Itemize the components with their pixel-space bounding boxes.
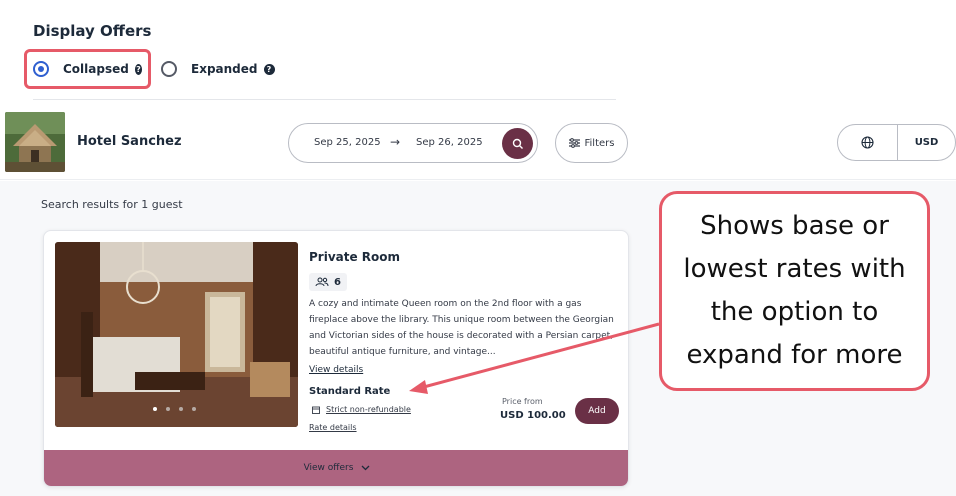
help-icon[interactable]: ? [134, 63, 142, 75]
globe-icon [861, 136, 874, 149]
help-icon[interactable]: ? [263, 63, 275, 75]
check-in-date[interactable]: Sep 25, 2025 [314, 137, 381, 148]
price-value: USD 100.00 [500, 410, 566, 421]
room-name: Private Room [309, 250, 401, 264]
check-out-date[interactable]: Sep 26, 2025 [416, 137, 483, 148]
date-range-picker[interactable]: Sep 25, 2025 → Sep 26, 2025 [288, 123, 538, 163]
guest-count: 6 [334, 276, 341, 288]
add-button[interactable]: Add [575, 398, 619, 424]
view-offers-button[interactable]: View offers [44, 450, 628, 486]
hotel-header: Hotel Sanchez Sep 25, 2025 → Sep 26, 202… [0, 100, 956, 180]
price-label: Price from [502, 397, 543, 406]
chevron-down-icon [361, 465, 370, 471]
language-button[interactable] [838, 125, 898, 160]
expanded-label: Expanded [191, 62, 258, 76]
arrow-right-icon: → [390, 135, 401, 149]
calendar-icon [312, 406, 320, 414]
currency-button[interactable]: USD [898, 125, 955, 160]
filters-label: Filters [584, 137, 615, 149]
room-card: Private Room 6 A cozy and intimate Queen… [43, 230, 629, 487]
search-button[interactable] [502, 128, 533, 159]
expanded-option[interactable]: Expanded ? [161, 49, 275, 89]
expanded-radio[interactable] [161, 61, 177, 77]
results-summary: Search results for 1 guest [41, 198, 183, 211]
refund-policy-label[interactable]: Strict non-refundable [326, 405, 411, 414]
users-icon [315, 277, 329, 287]
collapsed-label: Collapsed [63, 62, 129, 76]
sliders-icon [568, 138, 580, 148]
rate-name: Standard Rate [309, 386, 391, 397]
hotel-name: Hotel Sanchez [77, 134, 182, 149]
display-offers-radio-group: Collapsed ? Expanded ? [24, 49, 275, 89]
locale-selector: USD [837, 124, 956, 161]
view-offers-label: View offers [303, 463, 354, 473]
refund-policy[interactable]: Strict non-refundable [312, 405, 411, 414]
rate-details-link[interactable]: Rate details [309, 423, 357, 432]
hotel-thumbnail [5, 112, 65, 172]
view-details-link[interactable]: View details [309, 365, 363, 375]
room-photo[interactable] [55, 242, 298, 427]
display-offers-title: Display Offers [33, 22, 152, 40]
filters-button[interactable]: Filters [555, 123, 628, 163]
search-icon [512, 138, 523, 149]
room-description: A cozy and intimate Queen room on the 2n… [309, 299, 614, 357]
guest-capacity-badge: 6 [309, 273, 347, 291]
collapsed-radio[interactable] [33, 61, 49, 77]
collapsed-option[interactable]: Collapsed ? [24, 49, 151, 89]
callout-box: Shows base or lowest rates with the opti… [659, 191, 930, 391]
